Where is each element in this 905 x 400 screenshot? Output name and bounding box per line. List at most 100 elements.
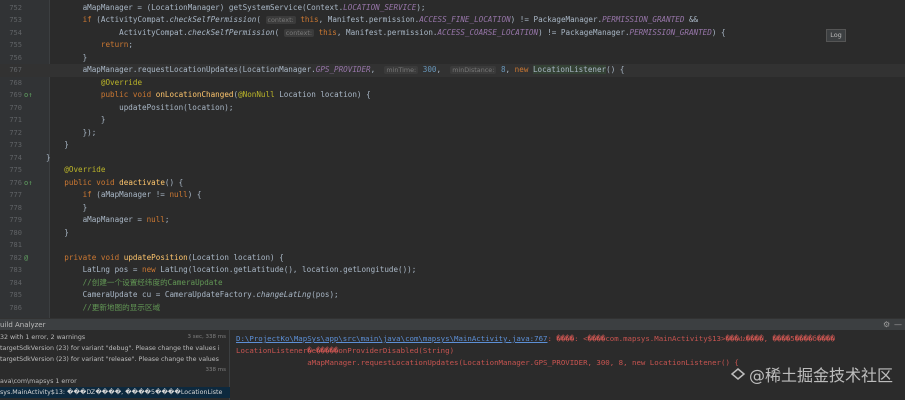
- code-line[interactable]: 772 });: [0, 127, 905, 140]
- line-number: 783: [9, 266, 22, 274]
- line-number: 756: [9, 53, 22, 62]
- gutter-override-icon[interactable]: @: [24, 252, 34, 265]
- error-line-3: aMapManager.requestLocationUpdates(Locat…: [236, 358, 739, 367]
- build-tree-item[interactable]: ava\com\mapsys 1 error: [0, 376, 230, 387]
- build-tree-item-label: 32 with 1 error, 2 warnings: [0, 334, 86, 341]
- code-line[interactable]: 753 if (ActivityCompat.checkSelfPermissi…: [0, 14, 905, 27]
- build-tree-item[interactable]: targetSdkVersion (23) for variant "relea…: [0, 354, 230, 365]
- code-line[interactable]: 769 o↑ public void onLocationChanged(@Non…: [0, 89, 905, 102]
- code-line[interactable]: 782 @ private void updatePosition(Locatio…: [0, 252, 905, 265]
- code-line[interactable]: 754 ActivityCompat.checkSelfPermission( …: [0, 27, 905, 40]
- line-number: 778: [9, 203, 22, 212]
- code-line[interactable]: 781: [0, 239, 905, 252]
- code-text[interactable]: @Override: [46, 77, 142, 90]
- code-text[interactable]: });: [46, 127, 97, 140]
- code-text[interactable]: aMapManager = null;: [46, 214, 170, 227]
- code-line[interactable]: 770 updatePosition(location);: [0, 102, 905, 115]
- code-line[interactable]: 778 }: [0, 202, 905, 215]
- code-text[interactable]: }: [46, 139, 69, 152]
- code-text[interactable]: }: [46, 114, 106, 127]
- line-number: 781: [9, 241, 22, 249]
- code-line[interactable]: 774}: [0, 152, 905, 165]
- code-line[interactable]: 771 }: [0, 114, 905, 127]
- code-text[interactable]: //更新地图的显示区域: [46, 302, 161, 315]
- code-line[interactable]: 767 aMapManager.requestLocationUpdates(L…: [0, 64, 905, 77]
- code-text[interactable]: CameraUpdate cu = CameraUpdateFactory.ch…: [46, 289, 339, 302]
- line-number: 755: [9, 41, 22, 49]
- line-number: 767: [9, 66, 22, 74]
- build-tool-window-header: uild Analyzer ⚙ —: [0, 318, 905, 330]
- code-line[interactable]: 756 }: [0, 52, 905, 65]
- juejin-logo-icon: [730, 368, 746, 380]
- code-line[interactable]: 779 aMapManager = null;: [0, 214, 905, 227]
- code-line[interactable]: 777 if (aMapManager != null) {: [0, 189, 905, 202]
- line-number: 782: [9, 253, 22, 262]
- build-duration: 3 sec, 338 ms: [187, 334, 227, 340]
- code-text[interactable]: aMapManager = (LocationManager) getSyste…: [46, 2, 426, 15]
- code-line[interactable]: 775 @Override: [0, 164, 905, 177]
- code-text[interactable]: public void deactivate() {: [46, 177, 183, 190]
- code-text[interactable]: }: [46, 152, 51, 165]
- watermark-text: @稀土掘金技术社区: [749, 366, 894, 385]
- line-number: 752: [9, 3, 22, 12]
- build-tree: 32 with 1 error, 2 warnings 3 sec, 338 ms…: [0, 330, 230, 400]
- line-number: 786: [9, 303, 22, 312]
- line-number: 776: [9, 178, 22, 187]
- code-text[interactable]: }: [46, 52, 88, 65]
- code-editor[interactable]: 752 aMapManager = (LocationManager) getS…: [0, 0, 905, 318]
- build-tree-item-label: sys.MainActivity$13: ���Ǳ����, ����5����…: [0, 389, 223, 396]
- line-number: 768: [9, 78, 22, 87]
- code-text[interactable]: if (aMapManager != null) {: [46, 189, 202, 202]
- code-text[interactable]: LatLng pos = new LatLng(location.getLati…: [46, 264, 417, 277]
- log-button[interactable]: Log: [826, 29, 846, 42]
- line-number: 771: [9, 116, 22, 124]
- code-text[interactable]: @Override: [46, 164, 105, 177]
- build-tree-item-label: targetSdkVersion (23) for variant "relea…: [0, 356, 219, 363]
- code-text[interactable]: updatePosition(location);: [46, 102, 233, 115]
- line-number: 773: [9, 141, 22, 149]
- code-line[interactable]: 780 }: [0, 227, 905, 240]
- error-line-2: LocationListener�е�����onProviderDisable…: [236, 346, 455, 355]
- code-line[interactable]: 755 return;: [0, 39, 905, 52]
- code-text[interactable]: //创建一个设置经纬度的CameraUpdate: [46, 277, 223, 290]
- line-number: 770: [9, 103, 22, 112]
- code-line[interactable]: 783 LatLng pos = new LatLng(location.get…: [0, 264, 905, 277]
- code-text[interactable]: private void updatePosition(Location loc…: [46, 252, 283, 265]
- line-number: 775: [9, 166, 22, 174]
- line-number: 754: [9, 28, 22, 37]
- line-number: 784: [9, 278, 22, 287]
- code-line[interactable]: 785 CameraUpdate cu = CameraUpdateFactor…: [0, 289, 905, 302]
- line-number: 769: [9, 91, 22, 99]
- code-text[interactable]: }: [46, 227, 69, 240]
- code-line[interactable]: 784 //创建一个设置经纬度的CameraUpdate: [0, 277, 905, 290]
- line-number: 774: [9, 153, 22, 162]
- line-number: 785: [9, 291, 22, 299]
- gutter-override-icon[interactable]: o↑: [24, 177, 34, 190]
- code-line[interactable]: 752 aMapManager = (LocationManager) getS…: [0, 2, 905, 15]
- watermark: @稀土掘金技术社区: [730, 362, 893, 386]
- build-tree-item-label: ava\com\mapsys 1 error: [0, 378, 77, 385]
- code-text[interactable]: if (ActivityCompat.checkSelfPermission( …: [46, 14, 698, 27]
- build-tree-item[interactable]: 32 with 1 error, 2 warnings 3 sec, 338 ms: [0, 332, 230, 343]
- code-line[interactable]: 776 o↑ public void deactivate() {: [0, 177, 905, 190]
- build-tree-item[interactable]: 338 ms: [0, 365, 230, 376]
- error-file-link[interactable]: D:\ProjectKo\MapSys\app\src\main\java\co…: [236, 334, 547, 343]
- gutter-override-icon[interactable]: o↑: [24, 89, 34, 102]
- code-text[interactable]: return;: [46, 39, 133, 52]
- build-tree-item[interactable]: sys.MainActivity$13: ���Ǳ����, ����5����…: [0, 387, 230, 398]
- line-number: 777: [9, 191, 22, 199]
- error-line-1: D:\ProjectKo\MapSys\app\src\main\java\co…: [236, 333, 835, 345]
- code-line[interactable]: 768 @Override: [0, 77, 905, 90]
- code-line[interactable]: 773 }: [0, 139, 905, 152]
- line-number: 779: [9, 216, 22, 224]
- code-text[interactable]: ActivityCompat.checkSelfPermission( cont…: [46, 27, 726, 40]
- line-number: 753: [9, 16, 22, 24]
- line-number: 772: [9, 128, 22, 137]
- code-text[interactable]: aMapManager.requestLocationUpdates(Locat…: [46, 64, 624, 77]
- line-number: 780: [9, 228, 22, 237]
- build-tree-item[interactable]: targetSdkVersion (23) for variant "debug…: [0, 343, 230, 354]
- code-text[interactable]: }: [46, 202, 88, 215]
- code-line[interactable]: 786 //更新地图的显示区域: [0, 302, 905, 315]
- build-tree-item-label: targetSdkVersion (23) for variant "debug…: [0, 345, 220, 352]
- code-text[interactable]: public void onLocationChanged(@NonNull L…: [46, 89, 371, 102]
